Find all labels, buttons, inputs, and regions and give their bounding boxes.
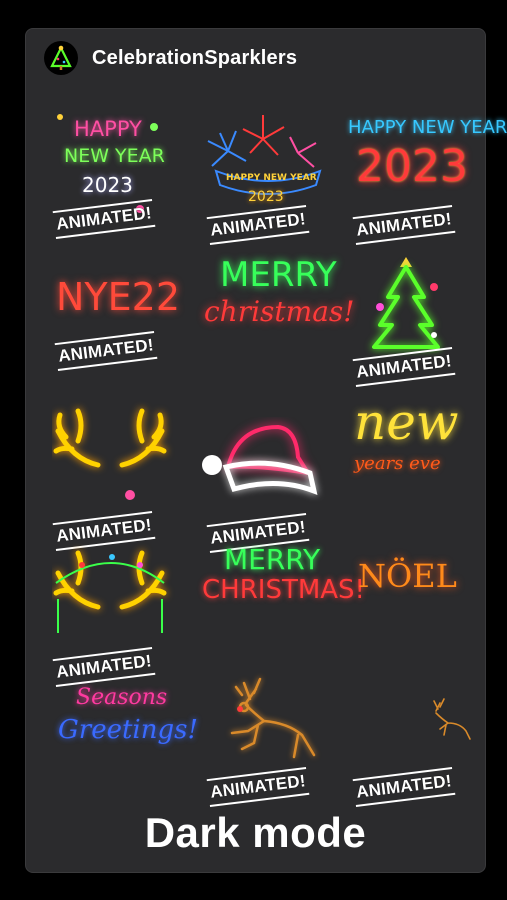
account-header[interactable]: CelebrationSparklers xyxy=(44,41,297,75)
sticker-line: years eve xyxy=(354,453,441,474)
sticker-line: MERRY xyxy=(220,255,337,295)
sticker-reindeer-antlers[interactable]: ANIMATED! xyxy=(52,401,192,551)
animated-tag: ANIMATED! xyxy=(352,205,456,245)
sticker-christmas-tree[interactable]: ANIMATED! xyxy=(344,247,484,387)
sticker-merry-christmas-block[interactable]: MERRY CHRISTMAS! xyxy=(198,543,365,673)
sticker-line: HAPPY xyxy=(74,117,142,141)
christmas-tree-icon xyxy=(44,41,78,75)
sticker-line: HAPPY NEW YEAR xyxy=(226,173,317,183)
sticker-line: 2023 xyxy=(82,173,133,197)
sticker-line: CHRISTMAS! xyxy=(202,575,365,605)
sticker-line: NEW YEAR xyxy=(64,145,165,167)
sticker-new-years-eve[interactable]: new years eve xyxy=(344,393,484,527)
sticker-fireworks-new-year[interactable]: HAPPY NEW YEAR 2023 ANIMATED! xyxy=(198,111,338,245)
sticker-santa-hat[interactable]: ANIMATED! xyxy=(198,417,338,553)
sticker-line: HAPPY NEW YEAR xyxy=(348,117,507,138)
sticker-happy-new-year-2023-b[interactable]: HAPPY NEW YEAR 2023 ANIMATED! xyxy=(344,111,507,245)
sticker-line: 2023 xyxy=(356,141,468,192)
sticker-antlers-lights[interactable]: ANIMATED! xyxy=(52,543,192,687)
sticker-merry-christmas-script[interactable]: MERRY christmas! xyxy=(198,251,355,381)
footer-label: Dark mode xyxy=(144,809,367,856)
account-name: CelebrationSparklers xyxy=(92,46,298,69)
sticker-leaping-reindeer-large[interactable]: ANIMATED! xyxy=(198,669,338,807)
animated-tag: ANIMATED! xyxy=(54,331,158,371)
sticker-panel: CelebrationSparklers HAPPY NEW YEAR 2023… xyxy=(25,28,507,873)
sticker-line: Greetings! xyxy=(58,715,198,745)
reindeer-icon xyxy=(433,698,471,740)
sticker-line: NYE22 xyxy=(56,275,181,319)
sticker-line: MERRY xyxy=(224,543,321,576)
sticker-line: new xyxy=(354,393,459,451)
sticker-noel[interactable]: NÖEL xyxy=(344,549,484,679)
sticker-nye22[interactable]: NYE22 ANIMATED! xyxy=(52,261,192,391)
animated-tag: ANIMATED! xyxy=(352,767,456,807)
sticker-line: Seasons xyxy=(76,685,168,710)
santa-hat-icon xyxy=(202,424,318,496)
animated-tag: ANIMATED! xyxy=(206,767,310,807)
sticker-line: NÖEL xyxy=(358,557,457,595)
animated-tag: ANIMATED! xyxy=(52,647,156,687)
reindeer-icon xyxy=(230,677,316,759)
antlers-icon xyxy=(53,550,167,633)
sticker-seasons-greetings[interactable]: Seasons Greetings! xyxy=(52,685,198,815)
sticker-line: christmas! xyxy=(204,295,355,328)
antlers-icon xyxy=(53,408,167,500)
sticker-line: 2023 xyxy=(248,189,284,205)
sticker-happy-new-year-2023-a[interactable]: HAPPY NEW YEAR 2023 ANIMATED! xyxy=(52,111,192,241)
sticker-leaping-reindeer-small[interactable]: ANIMATED! xyxy=(344,669,484,807)
